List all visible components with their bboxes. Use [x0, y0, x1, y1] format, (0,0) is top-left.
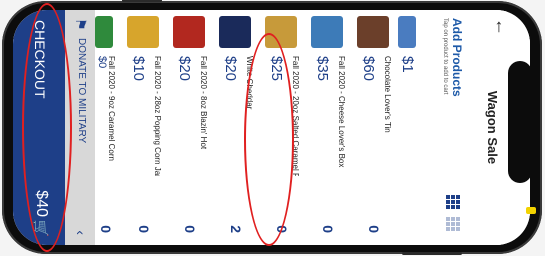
flag-icon: ⚑ [73, 18, 89, 31]
product-thumbnail [311, 16, 343, 48]
product-thumbnail [173, 16, 205, 48]
product-thumbnail [127, 16, 159, 48]
camera-notch [508, 61, 532, 183]
product-price: $60 [360, 56, 377, 82]
product-thumbnail [95, 16, 113, 48]
product-name: Chocolate Lover's Tin [383, 56, 391, 133]
product-quantity[interactable]: 0 [366, 225, 382, 233]
product-thumbnail [357, 16, 389, 48]
product-quantity[interactable]: 0 [136, 225, 152, 233]
photo-background: ← Wagon Sale Add Products Tap on product… [0, 0, 545, 256]
product-name: Fall 2020 - 28oz Popping Corn Jar [153, 56, 161, 176]
list-view-icon[interactable] [446, 217, 460, 231]
chevron-icon[interactable]: ‹ [73, 230, 89, 235]
product-quantity[interactable]: 0 [182, 225, 198, 233]
list-item[interactable]: $1 [393, 10, 420, 245]
add-products-row: Add Products Tap on product to add to ca… [419, 10, 470, 245]
product-price: $0 [96, 56, 108, 69]
add-products-subtitle: Tap on product to add to cart [442, 18, 448, 95]
view-toggle [439, 193, 462, 233]
list-item[interactable]: Fall 2020 - 28oz Popping Corn Jar $10 0 [117, 10, 164, 245]
product-name: Fall 2020 - 9oz Caramel Corn [107, 56, 115, 161]
product-price: $1 [399, 56, 416, 73]
annotation-circle-checkout [22, 3, 72, 252]
product-price: $20 [222, 56, 239, 82]
product-thumbnail [219, 16, 251, 48]
grid-view-icon[interactable] [446, 194, 460, 209]
product-quantity[interactable]: 0 [98, 225, 114, 233]
product-price: $35 [314, 56, 331, 82]
product-name: Fall 2020 - 8oz Blazin' Hot [199, 56, 207, 150]
page-title: Wagon Sale [485, 90, 500, 165]
product-price: $20 [176, 56, 193, 82]
side-button-bottom [402, 252, 462, 255]
product-quantity[interactable]: 0 [320, 225, 336, 233]
donate-label: DONATE TO MILITARY [76, 38, 87, 144]
product-quantity[interactable]: 2 [228, 225, 244, 233]
list-item[interactable]: Fall 2020 - 8oz Blazin' Hot $20 0 [163, 10, 210, 245]
product-price: $10 [130, 56, 147, 82]
side-button-top [122, 0, 162, 2]
annotation-circle-white-cheddar [244, 33, 294, 246]
product-thumbnail [398, 16, 416, 48]
list-item[interactable]: Fall 2020 - Cheese Lover's Box $35 0 [301, 10, 348, 245]
indicator-tab [526, 207, 536, 214]
add-products-title: Add Products [450, 18, 464, 97]
list-item[interactable]: Chocolate Lover's Tin $60 0 [347, 10, 394, 245]
list-item[interactable]: Fall 2020 - 9oz Caramel Corn $0 0 [94, 10, 118, 245]
product-name: Fall 2020 - Cheese Lover's Box [337, 56, 345, 168]
